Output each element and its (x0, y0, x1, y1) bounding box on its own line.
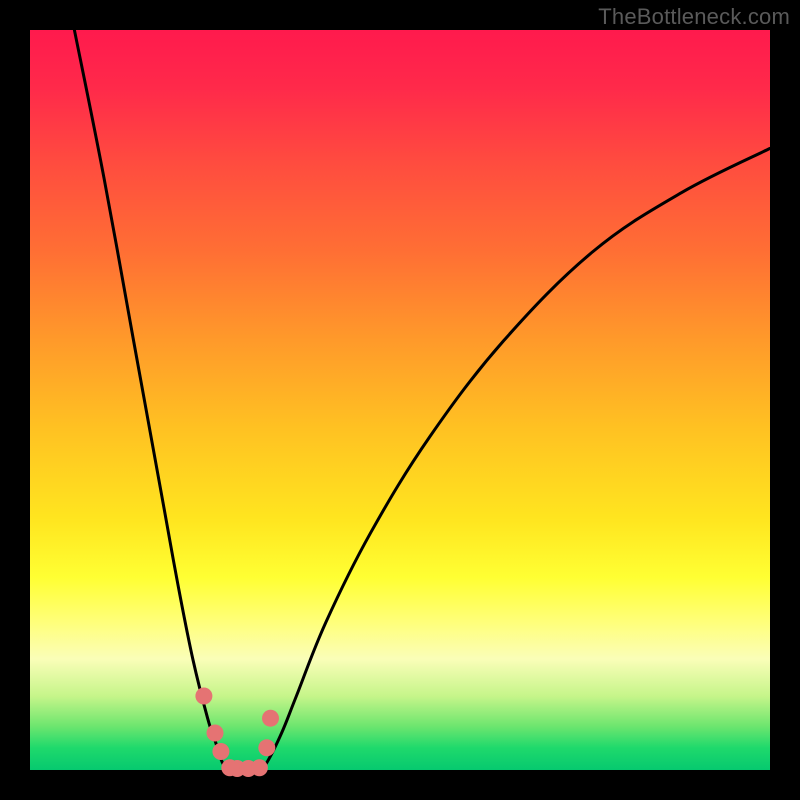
data-marker (262, 710, 279, 727)
watermark-text: TheBottleneck.com (598, 4, 790, 30)
data-marker (195, 688, 212, 705)
data-marker (251, 759, 268, 776)
chart-frame: TheBottleneck.com (0, 0, 800, 800)
curve-layer (74, 30, 770, 771)
marker-layer (195, 688, 279, 778)
curve-left-arm (74, 30, 237, 771)
chart-svg (30, 30, 770, 770)
data-marker (258, 739, 275, 756)
plot-area (30, 30, 770, 770)
data-marker (212, 743, 229, 760)
curve-right-arm (259, 148, 770, 770)
data-marker (207, 725, 224, 742)
